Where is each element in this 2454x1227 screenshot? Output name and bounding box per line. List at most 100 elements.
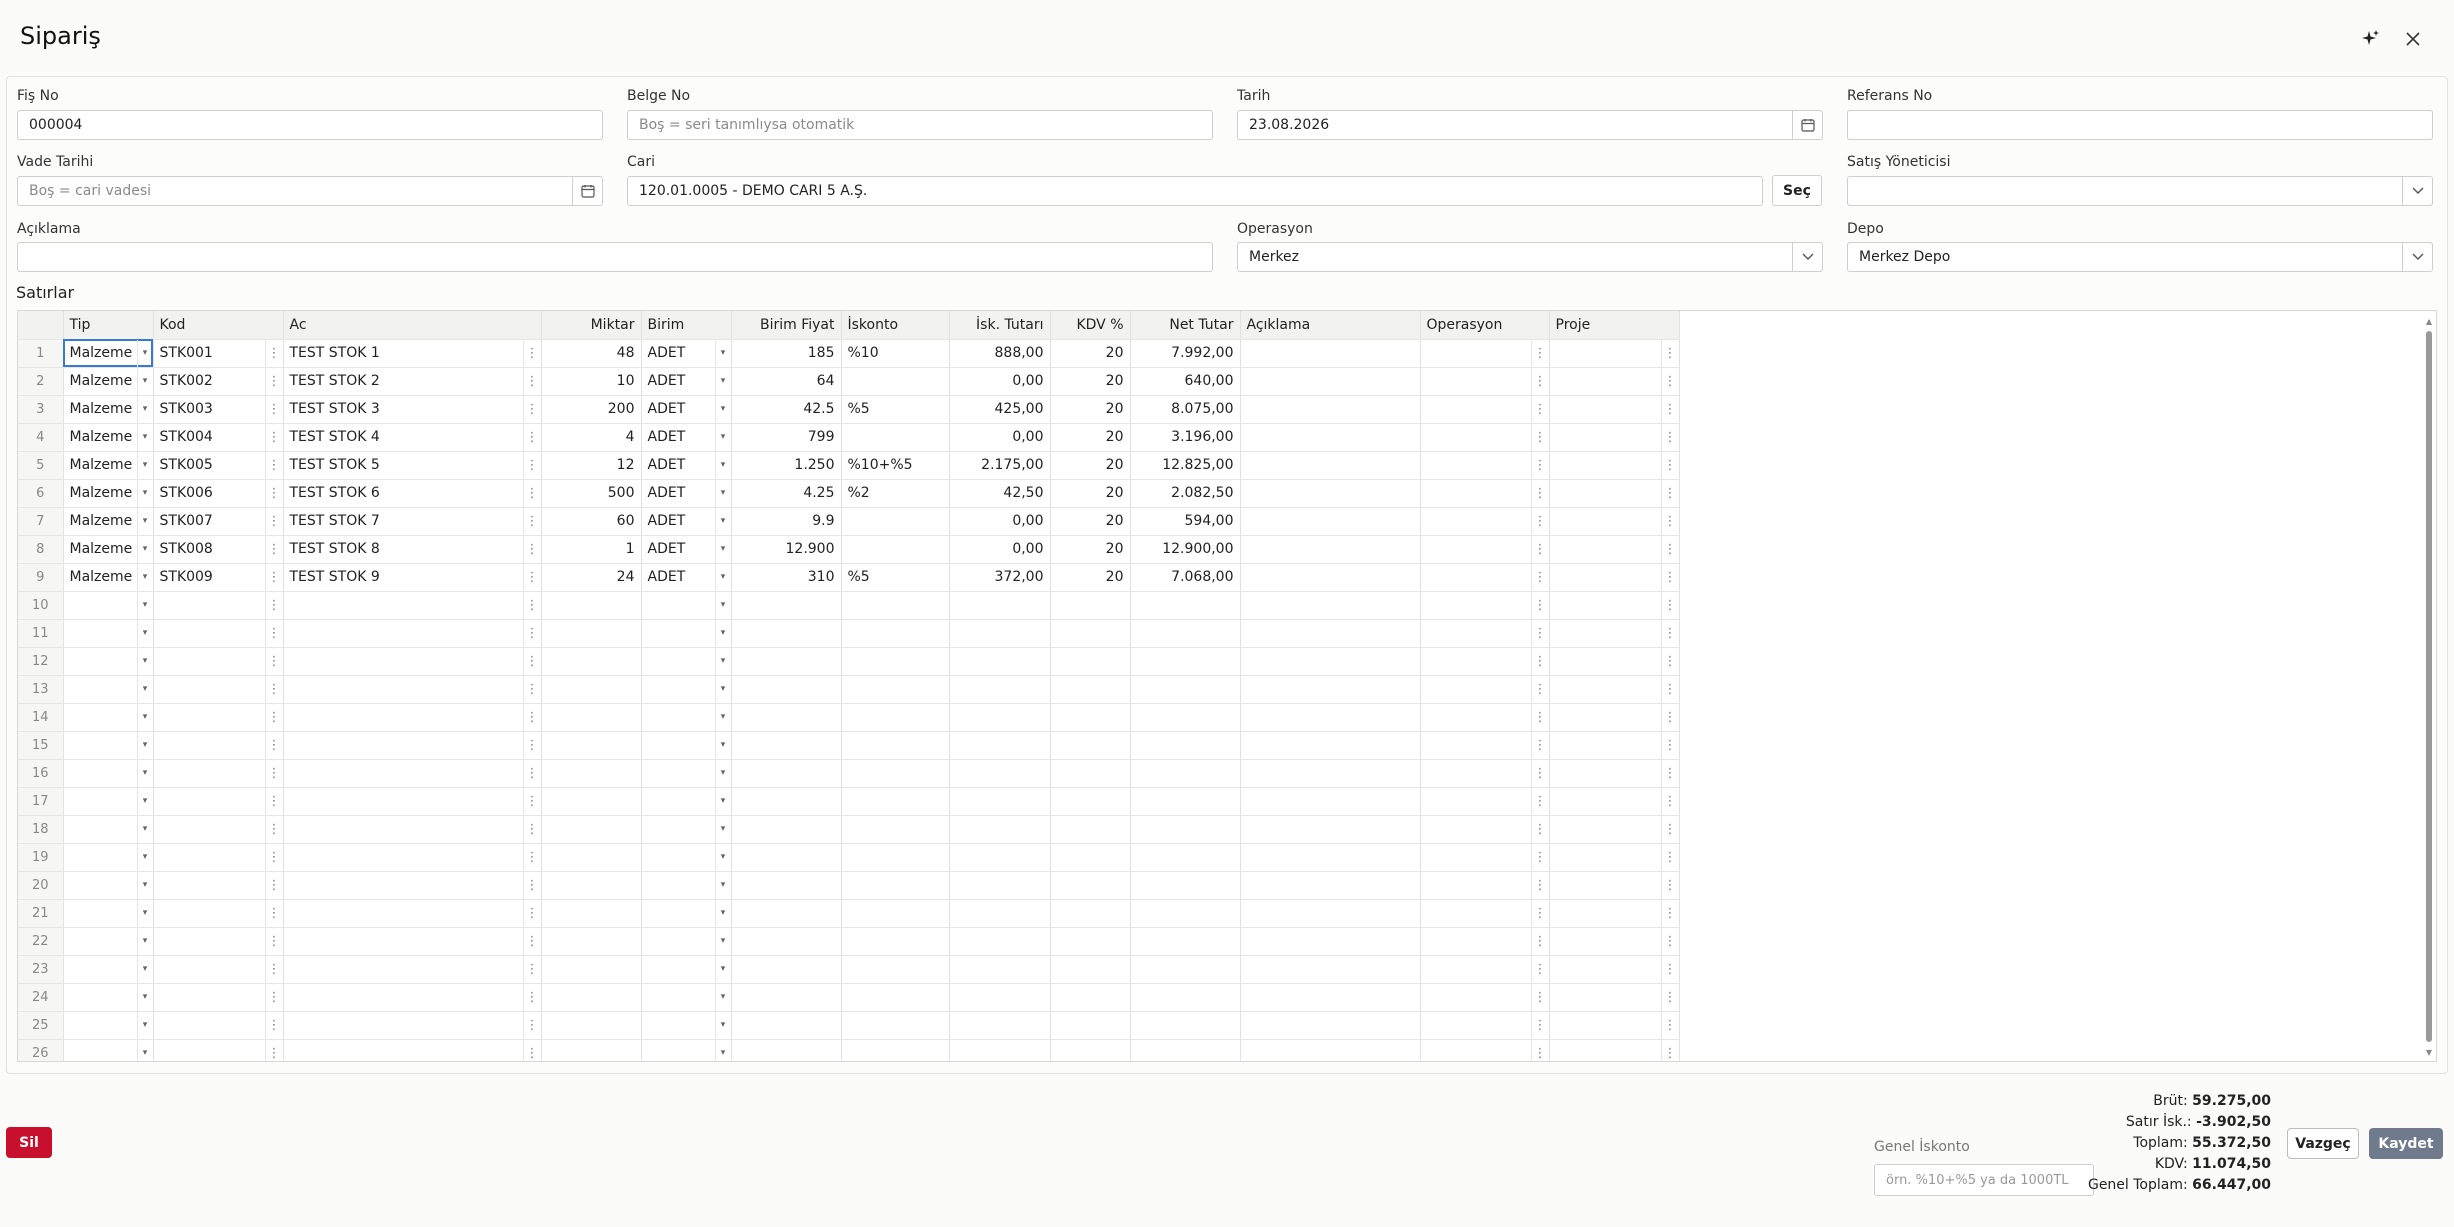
cell-iskonto[interactable] <box>841 423 950 452</box>
table-row[interactable]: 21 ▾ ⋮ ⋮ ▾ ⋮ ⋮ <box>18 899 1680 928</box>
close-icon[interactable] <box>2396 22 2430 56</box>
cell-proje[interactable]: ⋮ <box>1549 479 1680 508</box>
cell-ac[interactable]: TEST STOK 2 ⋮ <box>283 367 542 396</box>
cell-operasyon[interactable]: ⋮ <box>1420 955 1550 984</box>
more-vertical-icon[interactable]: ⋮ <box>264 507 283 534</box>
cell-birim-fiyat[interactable] <box>731 955 842 984</box>
col-header-aciklama[interactable]: Açıklama <box>1240 311 1421 340</box>
cell-miktar[interactable] <box>541 1011 642 1040</box>
cell-operasyon[interactable]: ⋮ <box>1420 563 1550 592</box>
cell-ac[interactable]: TEST STOK 6 ⋮ <box>283 479 542 508</box>
more-vertical-icon[interactable]: ⋮ <box>264 871 283 898</box>
cell-birim[interactable]: ▾ <box>641 899 732 928</box>
more-vertical-icon[interactable]: ⋮ <box>264 1039 283 1061</box>
cell-ac[interactable]: TEST STOK 8 ⋮ <box>283 535 542 564</box>
cell-proje[interactable]: ⋮ <box>1549 535 1680 564</box>
cell-tip[interactable]: ▾ <box>63 1039 154 1061</box>
cell-proje[interactable]: ⋮ <box>1549 1039 1680 1061</box>
cell-ac[interactable]: ⋮ <box>283 759 542 788</box>
cell-aciklama[interactable] <box>1240 1039 1421 1061</box>
cell-operasyon[interactable]: ⋮ <box>1420 451 1550 480</box>
cell-aciklama[interactable] <box>1240 647 1421 676</box>
more-vertical-icon[interactable]: ⋮ <box>264 367 283 394</box>
cell-tip[interactable]: Malzeme ▾ <box>63 535 154 564</box>
more-vertical-icon[interactable]: ⋮ <box>522 479 541 506</box>
cell-iskonto[interactable] <box>841 815 950 844</box>
cell-kdv[interactable] <box>1050 787 1131 816</box>
cell-birim-fiyat[interactable] <box>731 647 842 676</box>
cell-kod[interactable]: STK001 ⋮ <box>153 339 284 368</box>
cell-aciklama[interactable] <box>1240 731 1421 760</box>
cell-miktar[interactable] <box>541 815 642 844</box>
cell-aciklama[interactable] <box>1240 339 1421 368</box>
cell-aciklama[interactable] <box>1240 395 1421 424</box>
table-row[interactable]: 12 ▾ ⋮ ⋮ ▾ ⋮ ⋮ <box>18 647 1680 676</box>
cell-proje[interactable]: ⋮ <box>1549 899 1680 928</box>
dropdown-arrow-icon[interactable]: ▾ <box>136 759 153 786</box>
cell-proje[interactable]: ⋮ <box>1549 423 1680 452</box>
dropdown-arrow-icon[interactable]: ▾ <box>714 479 731 506</box>
cell-miktar[interactable] <box>541 983 642 1012</box>
cell-kdv[interactable] <box>1050 759 1131 788</box>
cell-kod[interactable]: ⋮ <box>153 731 284 760</box>
cell-kdv[interactable] <box>1050 1011 1131 1040</box>
cell-birim-fiyat[interactable] <box>731 787 842 816</box>
cell-tip[interactable]: ▾ <box>63 955 154 984</box>
more-vertical-icon[interactable]: ⋮ <box>1530 955 1549 982</box>
cell-kdv[interactable] <box>1050 871 1131 900</box>
cell-ac[interactable]: ⋮ <box>283 619 542 648</box>
more-vertical-icon[interactable]: ⋮ <box>264 703 283 730</box>
cancel-button[interactable]: Vazgeç <box>2287 1128 2359 1159</box>
dropdown-arrow-icon[interactable]: ▾ <box>136 1039 153 1061</box>
cell-kdv[interactable]: 20 <box>1050 451 1131 480</box>
cell-proje[interactable]: ⋮ <box>1549 927 1680 956</box>
table-row[interactable]: 10 ▾ ⋮ ⋮ ▾ ⋮ ⋮ <box>18 591 1680 620</box>
cell-kdv[interactable] <box>1050 815 1131 844</box>
more-vertical-icon[interactable]: ⋮ <box>1660 619 1679 646</box>
more-vertical-icon[interactable]: ⋮ <box>1530 1039 1549 1061</box>
cell-birim[interactable]: ▾ <box>641 591 732 620</box>
cell-tip[interactable]: Malzeme ▾ <box>63 479 154 508</box>
dropdown-arrow-icon[interactable]: ▾ <box>714 451 731 478</box>
cell-tip[interactable]: ▾ <box>63 591 154 620</box>
cell-miktar[interactable]: 48 <box>541 339 642 368</box>
cell-ac[interactable]: TEST STOK 4 ⋮ <box>283 423 542 452</box>
more-vertical-icon[interactable]: ⋮ <box>264 479 283 506</box>
col-header-operasyon[interactable]: Operasyon <box>1420 311 1550 340</box>
more-vertical-icon[interactable]: ⋮ <box>264 563 283 590</box>
cell-proje[interactable]: ⋮ <box>1549 955 1680 984</box>
dropdown-arrow-icon[interactable]: ▾ <box>136 619 153 646</box>
cell-aciklama[interactable] <box>1240 843 1421 872</box>
dropdown-arrow-icon[interactable]: ▾ <box>136 647 153 674</box>
cell-aciklama[interactable] <box>1240 367 1421 396</box>
cell-birim[interactable]: ▾ <box>641 983 732 1012</box>
cell-miktar[interactable]: 500 <box>541 479 642 508</box>
cell-kdv[interactable]: 20 <box>1050 367 1131 396</box>
cell-iskonto[interactable]: %5 <box>841 563 950 592</box>
cell-tip[interactable]: Malzeme ▾ <box>63 423 154 452</box>
cell-kdv[interactable] <box>1050 619 1131 648</box>
cell-iskonto[interactable] <box>841 731 950 760</box>
cell-proje[interactable]: ⋮ <box>1549 367 1680 396</box>
tarih-field[interactable]: 23.08.2026 <box>1237 110 1823 140</box>
cell-birim-fiyat[interactable] <box>731 703 842 732</box>
cell-kdv[interactable] <box>1050 647 1131 676</box>
cell-proje[interactable]: ⋮ <box>1549 395 1680 424</box>
cell-iskonto[interactable] <box>841 647 950 676</box>
more-vertical-icon[interactable]: ⋮ <box>264 955 283 982</box>
cell-birim[interactable]: ▾ <box>641 843 732 872</box>
cell-operasyon[interactable]: ⋮ <box>1420 759 1550 788</box>
cell-miktar[interactable]: 60 <box>541 507 642 536</box>
cell-tip[interactable]: ▾ <box>63 815 154 844</box>
more-vertical-icon[interactable]: ⋮ <box>1530 1011 1549 1038</box>
cell-operasyon[interactable]: ⋮ <box>1420 815 1550 844</box>
cell-kod[interactable]: STK005 ⋮ <box>153 451 284 480</box>
more-vertical-icon[interactable]: ⋮ <box>264 619 283 646</box>
cell-proje[interactable]: ⋮ <box>1549 1011 1680 1040</box>
fis-no-field[interactable]: 000004 <box>17 110 603 140</box>
dropdown-arrow-icon[interactable]: ▾ <box>714 591 731 618</box>
cell-birim[interactable]: ▾ <box>641 619 732 648</box>
cell-proje[interactable]: ⋮ <box>1549 563 1680 592</box>
chevron-down-icon[interactable] <box>2402 243 2432 271</box>
more-vertical-icon[interactable]: ⋮ <box>1660 451 1679 478</box>
